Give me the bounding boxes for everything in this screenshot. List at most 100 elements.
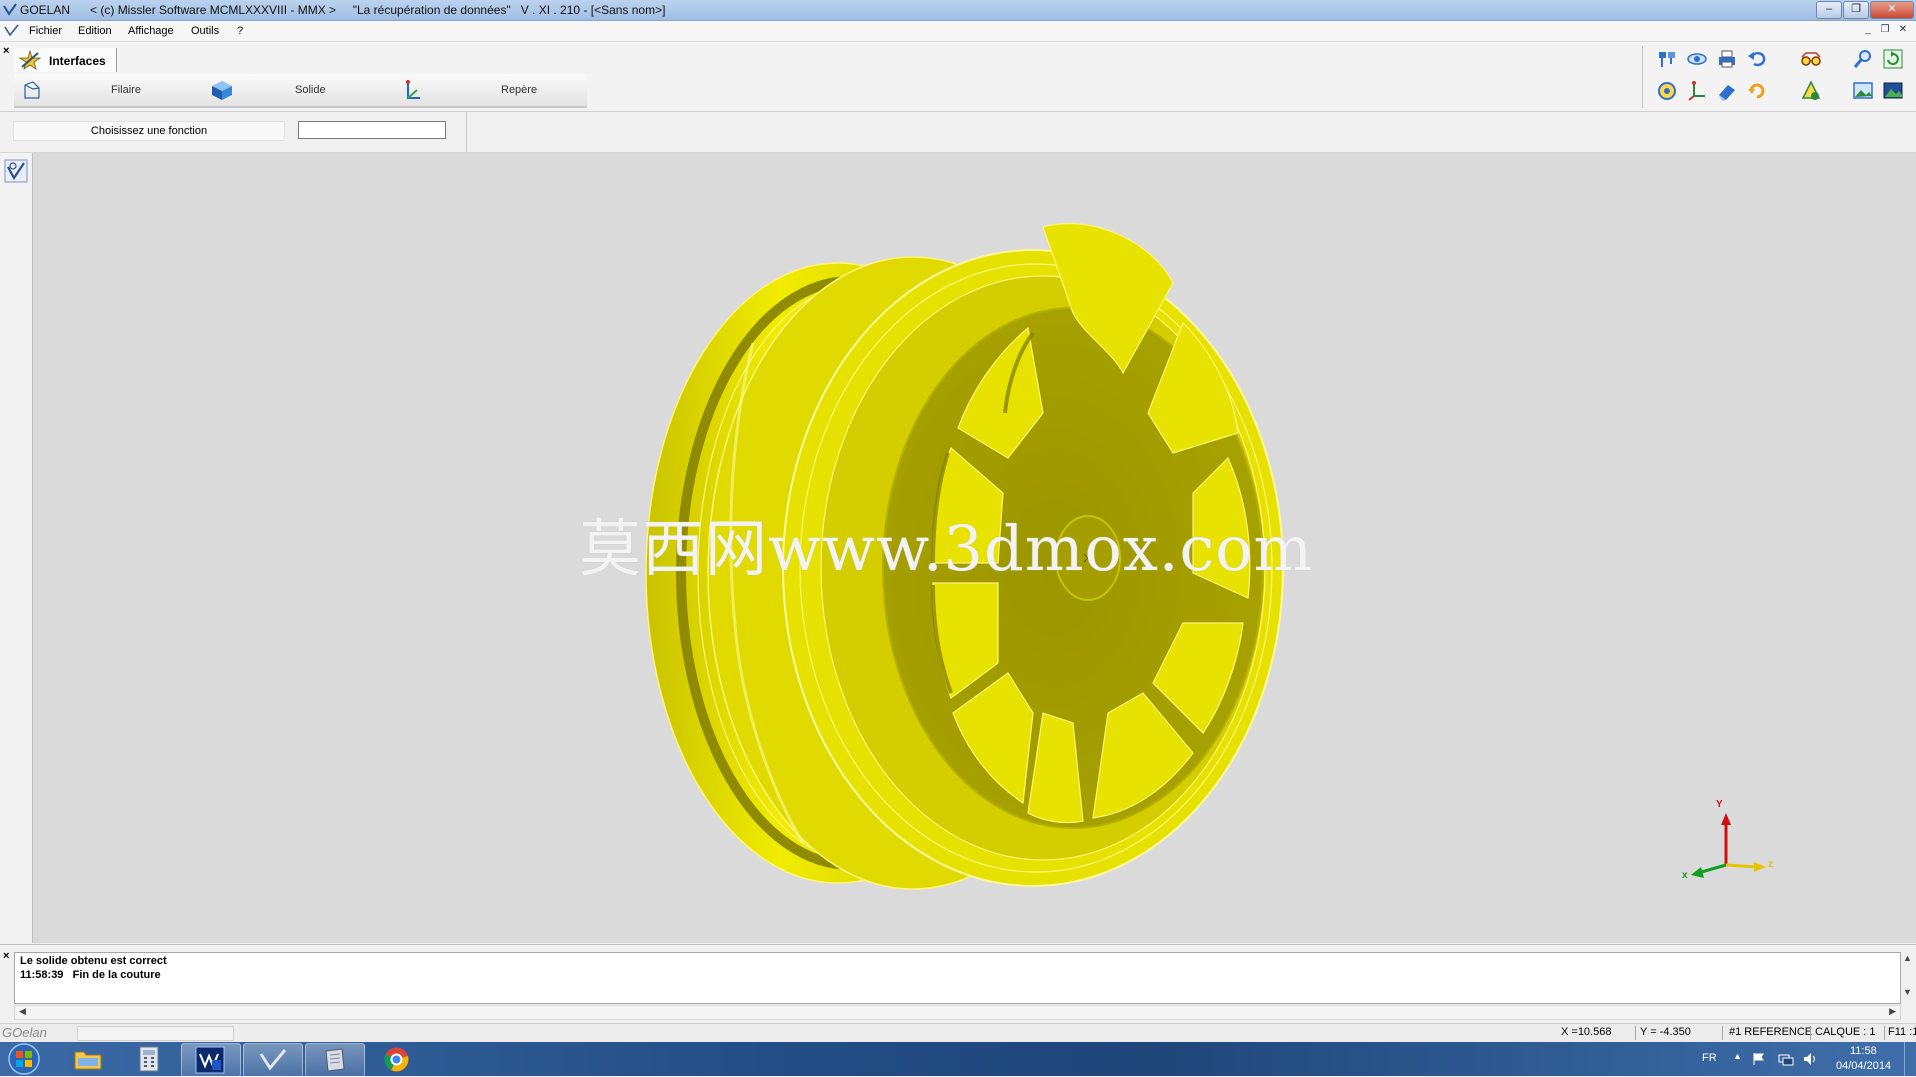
goelan-app-icon xyxy=(3,3,17,16)
taskbar: FR ▲ 11:58 04/04/2014 xyxy=(0,1042,1916,1077)
tab-interfaces-label: Interfaces xyxy=(49,54,106,68)
menu-help[interactable]: ? xyxy=(237,25,243,37)
status-separator xyxy=(1810,1026,1811,1040)
wireframe-icon xyxy=(24,81,40,99)
watermark-text: 莫西网www.3dmox.com xyxy=(579,512,1314,585)
chrome-icon xyxy=(384,1047,409,1072)
image-view-icon[interactable] xyxy=(1852,80,1874,102)
network-icon[interactable] xyxy=(1778,1052,1794,1066)
views-icon[interactable] xyxy=(1656,48,1678,70)
calculator-icon xyxy=(139,1046,159,1072)
mdi-restore-button[interactable]: ❐ xyxy=(1878,24,1892,37)
window-title: GOELAN < (c) Missler Software MCMLXXXVII… xyxy=(20,3,666,17)
status-calque: CALQUE : 1 xyxy=(1815,1026,1876,1038)
axis-y-label: Y xyxy=(1716,799,1723,810)
function-repere-label: Repère xyxy=(501,84,538,96)
mdi-close-button[interactable]: ✕ xyxy=(1896,24,1910,37)
message-log: Le solide obtenu est correct 11:58:39 Fi… xyxy=(14,952,1901,1004)
print-icon[interactable] xyxy=(1716,48,1738,70)
horizontal-scrollbar[interactable]: ◀ ▶ xyxy=(14,1005,1901,1020)
interfaces-icon xyxy=(19,50,41,70)
tray-expand-icon[interactable]: ▲ xyxy=(1733,1051,1742,1061)
toolbar-divider xyxy=(1642,46,1643,108)
axis-x-label: x xyxy=(1682,870,1688,881)
goelan-tool-icon[interactable] xyxy=(4,159,28,183)
status-bar: GOelan X =10.568 Y = -4.350 #1 REFERENCE… xyxy=(0,1023,1916,1042)
function-repere[interactable]: Repère xyxy=(394,74,587,106)
restore-button[interactable]: ❐ xyxy=(1843,1,1869,19)
status-app-name: GOelan xyxy=(2,1025,47,1040)
scroll-left-icon[interactable]: ◀ xyxy=(19,1006,26,1017)
function-solide[interactable]: Solide xyxy=(204,74,394,106)
axis-frame-icon xyxy=(406,80,420,99)
start-button-icon[interactable] xyxy=(6,1043,42,1075)
status-x-coord: X =10.568 xyxy=(1561,1026,1612,1038)
goelan-taskbar-icon xyxy=(259,1049,287,1071)
mdi-minimize-button[interactable]: _ xyxy=(1861,24,1875,37)
landscape-view-icon[interactable] xyxy=(1882,80,1904,102)
axis-triad xyxy=(1691,813,1766,878)
taskbar-explorer[interactable] xyxy=(59,1043,117,1075)
axis-z-label: z xyxy=(1768,859,1773,870)
function-prompt-label: Choisissez une fonction xyxy=(13,121,285,141)
zoom-icon[interactable] xyxy=(1852,48,1874,70)
status-reference: #1 REFERENCE xyxy=(1729,1026,1813,1038)
shading-icon[interactable] xyxy=(1800,80,1822,102)
scroll-right-icon[interactable]: ▶ xyxy=(1889,1006,1896,1017)
axis-view-icon[interactable] xyxy=(1686,80,1708,102)
language-indicator[interactable]: FR xyxy=(1702,1052,1717,1064)
clock-date[interactable]: 04/04/2014 xyxy=(1836,1060,1891,1072)
eraser-icon[interactable] xyxy=(1716,80,1738,102)
close-button[interactable]: ✕ xyxy=(1870,1,1914,19)
eye-icon[interactable] xyxy=(1686,48,1708,70)
menu-affichage[interactable]: Affichage xyxy=(128,25,174,37)
taskbar-calculator[interactable] xyxy=(120,1043,178,1075)
scroll-up-icon[interactable]: ▲ xyxy=(1903,953,1912,963)
menu-edition[interactable]: Edition xyxy=(78,25,112,37)
clock-time[interactable]: 11:58 xyxy=(1850,1045,1877,1057)
taskbar-cw4[interactable] xyxy=(181,1043,241,1077)
output-close-icon[interactable]: × xyxy=(3,950,9,962)
status-f11: F11 :1 xyxy=(1888,1026,1916,1038)
taskbar-goelan[interactable] xyxy=(243,1043,303,1077)
function-input[interactable] xyxy=(298,121,446,139)
notebook-icon xyxy=(325,1048,345,1072)
status-progress xyxy=(77,1026,234,1041)
output-panel: × Le solide obtenu est correct 11:58:39 … xyxy=(0,944,1916,1023)
left-tool-strip xyxy=(0,153,33,943)
scroll-down-icon[interactable]: ▼ xyxy=(1903,987,1912,997)
document-menu-icon[interactable] xyxy=(4,24,19,37)
message-line: 11:58:39 Fin de la couture xyxy=(20,969,161,981)
glasses-icon[interactable] xyxy=(1800,48,1822,70)
message-line: Le solide obtenu est correct xyxy=(20,955,167,967)
3d-viewport[interactable]: Y x z 莫西网www.3dmox.com xyxy=(33,153,1916,943)
taskbar-notes[interactable] xyxy=(305,1043,365,1077)
function-solide-label: Solide xyxy=(295,84,326,96)
taskbar-chrome[interactable] xyxy=(368,1043,426,1075)
function-row: Filaire Solide Repère xyxy=(14,74,587,108)
volume-icon[interactable] xyxy=(1803,1052,1819,1066)
function-panel: × Interfaces Filaire Solide Repère xyxy=(0,42,1916,112)
minimize-button[interactable]: – xyxy=(1816,1,1842,19)
panel-close-icon[interactable]: × xyxy=(3,45,9,57)
status-y-coord: Y = -4.350 xyxy=(1640,1026,1691,1038)
rotate-view-icon[interactable] xyxy=(1656,80,1678,102)
tab-interfaces[interactable]: Interfaces xyxy=(14,48,117,72)
show-desktop-button[interactable] xyxy=(1904,1042,1916,1076)
function-filaire-label: Filaire xyxy=(111,84,141,96)
menu-outils[interactable]: Outils xyxy=(191,25,219,37)
flag-icon[interactable] xyxy=(1752,1052,1766,1066)
prompt-row: Choisissez une fonction xyxy=(0,112,1916,154)
status-separator xyxy=(1884,1026,1885,1040)
function-filaire[interactable]: Filaire xyxy=(14,74,204,106)
status-separator xyxy=(1635,1026,1636,1040)
undo-icon[interactable] xyxy=(1746,48,1768,70)
menu-bar: Fichier Edition Affichage Outils ? _ ❐ ✕ xyxy=(0,21,1916,42)
cw4-app-icon xyxy=(195,1046,225,1074)
prompt-divider xyxy=(466,112,467,152)
menu-fichier[interactable]: Fichier xyxy=(29,25,62,37)
status-separator xyxy=(1722,1026,1723,1040)
regenerate-icon[interactable] xyxy=(1882,48,1904,70)
solid-cube-icon xyxy=(212,81,232,100)
refresh-icon[interactable] xyxy=(1746,80,1768,102)
